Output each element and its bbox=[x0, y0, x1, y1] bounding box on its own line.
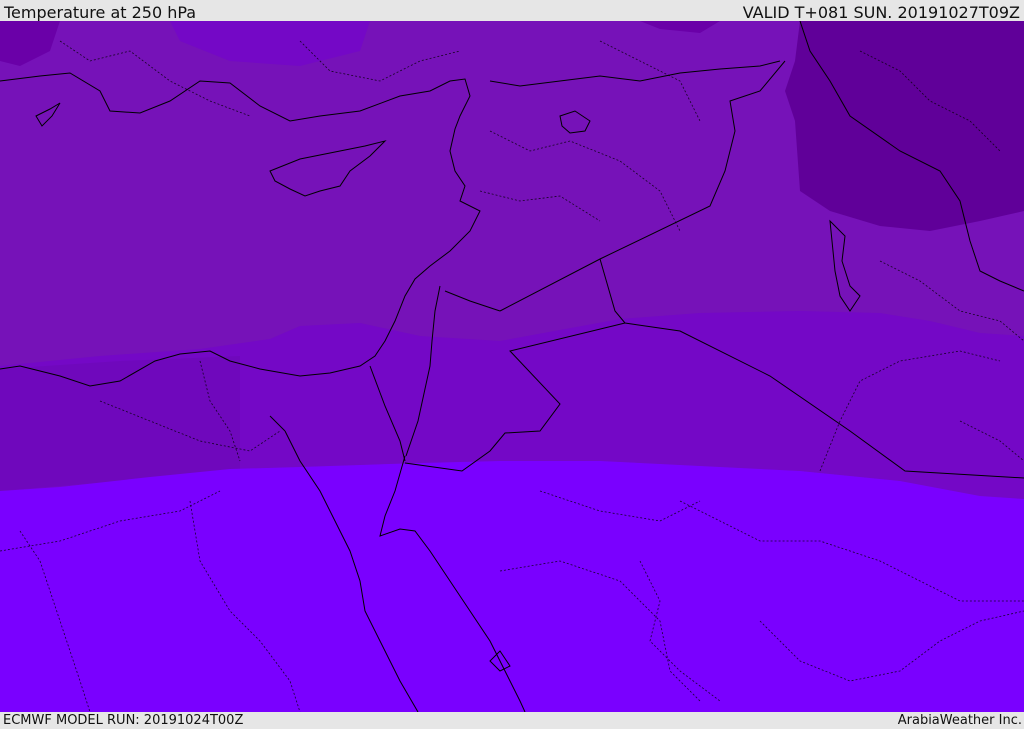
temperature-map-svg bbox=[0, 21, 1024, 712]
temperature-band-mid-west bbox=[0, 356, 240, 491]
header-bar: Temperature at 250 hPa VALID T+081 SUN. … bbox=[0, 0, 1024, 22]
footer-bar: ECMWF MODEL RUN: 20191024T00Z ArabiaWeat… bbox=[0, 712, 1024, 729]
temperature-band-warm bbox=[0, 461, 1024, 712]
weather-map bbox=[0, 21, 1024, 712]
valid-time: VALID T+081 SUN. 20191027T09Z bbox=[742, 3, 1020, 22]
map-title: Temperature at 250 hPa bbox=[4, 3, 197, 22]
credit: ArabiaWeather Inc. bbox=[897, 713, 1022, 728]
model-run: ECMWF MODEL RUN: 20191024T00Z bbox=[3, 713, 244, 728]
temperature-band-coldest bbox=[785, 21, 1024, 231]
